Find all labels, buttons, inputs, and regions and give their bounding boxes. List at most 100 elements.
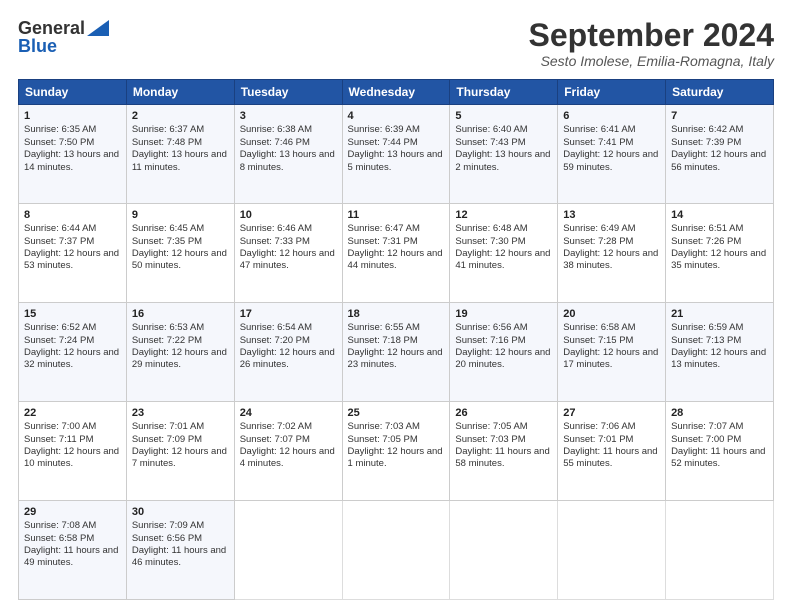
header: General Blue September 2024 Sesto Imoles… (18, 18, 774, 69)
day-info: Sunrise: 6:41 AM Sunset: 7:41 PM Dayligh… (563, 124, 658, 172)
col-thursday: Thursday (450, 80, 558, 105)
day-info: Sunrise: 6:47 AM Sunset: 7:31 PM Dayligh… (348, 223, 443, 271)
table-cell: 22Sunrise: 7:00 AM Sunset: 7:11 PM Dayli… (19, 402, 127, 501)
logo-blue: Blue (18, 36, 57, 57)
table-cell: 13Sunrise: 6:49 AM Sunset: 7:28 PM Dayli… (558, 204, 666, 303)
day-info: Sunrise: 6:55 AM Sunset: 7:18 PM Dayligh… (348, 322, 443, 370)
day-info: Sunrise: 6:51 AM Sunset: 7:26 PM Dayligh… (671, 223, 766, 271)
table-cell: 1Sunrise: 6:35 AM Sunset: 7:50 PM Daylig… (19, 105, 127, 204)
day-number: 18 (348, 307, 445, 321)
logo: General Blue (18, 18, 109, 57)
table-cell: 23Sunrise: 7:01 AM Sunset: 7:09 PM Dayli… (126, 402, 234, 501)
day-info: Sunrise: 7:02 AM Sunset: 7:07 PM Dayligh… (240, 421, 335, 469)
day-number: 21 (671, 307, 768, 321)
day-number: 9 (132, 208, 229, 222)
day-number: 29 (24, 505, 121, 519)
table-cell: 19Sunrise: 6:56 AM Sunset: 7:16 PM Dayli… (450, 303, 558, 402)
col-sunday: Sunday (19, 80, 127, 105)
day-number: 12 (455, 208, 552, 222)
col-friday: Friday (558, 80, 666, 105)
day-number: 2 (132, 109, 229, 123)
day-info: Sunrise: 6:44 AM Sunset: 7:37 PM Dayligh… (24, 223, 119, 271)
day-number: 10 (240, 208, 337, 222)
table-cell: 27Sunrise: 7:06 AM Sunset: 7:01 PM Dayli… (558, 402, 666, 501)
day-info: Sunrise: 6:39 AM Sunset: 7:44 PM Dayligh… (348, 124, 443, 172)
table-cell (342, 501, 450, 600)
day-info: Sunrise: 7:01 AM Sunset: 7:09 PM Dayligh… (132, 421, 227, 469)
day-info: Sunrise: 6:54 AM Sunset: 7:20 PM Dayligh… (240, 322, 335, 370)
table-cell (450, 501, 558, 600)
month-title: September 2024 (529, 18, 774, 53)
day-number: 7 (671, 109, 768, 123)
day-info: Sunrise: 7:05 AM Sunset: 7:03 PM Dayligh… (455, 421, 549, 469)
day-info: Sunrise: 6:35 AM Sunset: 7:50 PM Dayligh… (24, 124, 119, 172)
location: Sesto Imolese, Emilia-Romagna, Italy (529, 53, 774, 69)
day-info: Sunrise: 7:08 AM Sunset: 6:58 PM Dayligh… (24, 520, 118, 568)
col-monday: Monday (126, 80, 234, 105)
table-cell: 5Sunrise: 6:40 AM Sunset: 7:43 PM Daylig… (450, 105, 558, 204)
day-number: 26 (455, 406, 552, 420)
col-tuesday: Tuesday (234, 80, 342, 105)
day-number: 15 (24, 307, 121, 321)
table-cell (234, 501, 342, 600)
day-info: Sunrise: 6:37 AM Sunset: 7:48 PM Dayligh… (132, 124, 227, 172)
table-cell: 2Sunrise: 6:37 AM Sunset: 7:48 PM Daylig… (126, 105, 234, 204)
day-number: 17 (240, 307, 337, 321)
table-cell: 28Sunrise: 7:07 AM Sunset: 7:00 PM Dayli… (666, 402, 774, 501)
table-cell: 3Sunrise: 6:38 AM Sunset: 7:46 PM Daylig… (234, 105, 342, 204)
calendar: Sunday Monday Tuesday Wednesday Thursday… (18, 79, 774, 600)
day-number: 13 (563, 208, 660, 222)
day-number: 8 (24, 208, 121, 222)
table-cell: 29Sunrise: 7:08 AM Sunset: 6:58 PM Dayli… (19, 501, 127, 600)
day-number: 24 (240, 406, 337, 420)
day-number: 14 (671, 208, 768, 222)
day-number: 11 (348, 208, 445, 222)
day-info: Sunrise: 6:56 AM Sunset: 7:16 PM Dayligh… (455, 322, 550, 370)
table-cell: 16Sunrise: 6:53 AM Sunset: 7:22 PM Dayli… (126, 303, 234, 402)
day-number: 23 (132, 406, 229, 420)
table-cell: 21Sunrise: 6:59 AM Sunset: 7:13 PM Dayli… (666, 303, 774, 402)
day-info: Sunrise: 6:45 AM Sunset: 7:35 PM Dayligh… (132, 223, 227, 271)
header-row: Sunday Monday Tuesday Wednesday Thursday… (19, 80, 774, 105)
table-cell: 20Sunrise: 6:58 AM Sunset: 7:15 PM Dayli… (558, 303, 666, 402)
day-number: 6 (563, 109, 660, 123)
table-cell: 24Sunrise: 7:02 AM Sunset: 7:07 PM Dayli… (234, 402, 342, 501)
table-cell: 18Sunrise: 6:55 AM Sunset: 7:18 PM Dayli… (342, 303, 450, 402)
table-cell: 6Sunrise: 6:41 AM Sunset: 7:41 PM Daylig… (558, 105, 666, 204)
day-info: Sunrise: 6:53 AM Sunset: 7:22 PM Dayligh… (132, 322, 227, 370)
day-number: 25 (348, 406, 445, 420)
table-cell: 17Sunrise: 6:54 AM Sunset: 7:20 PM Dayli… (234, 303, 342, 402)
table-cell: 11Sunrise: 6:47 AM Sunset: 7:31 PM Dayli… (342, 204, 450, 303)
day-info: Sunrise: 6:46 AM Sunset: 7:33 PM Dayligh… (240, 223, 335, 271)
day-info: Sunrise: 6:58 AM Sunset: 7:15 PM Dayligh… (563, 322, 658, 370)
day-number: 5 (455, 109, 552, 123)
day-info: Sunrise: 7:07 AM Sunset: 7:00 PM Dayligh… (671, 421, 765, 469)
day-number: 16 (132, 307, 229, 321)
table-cell: 7Sunrise: 6:42 AM Sunset: 7:39 PM Daylig… (666, 105, 774, 204)
table-cell: 12Sunrise: 6:48 AM Sunset: 7:30 PM Dayli… (450, 204, 558, 303)
day-number: 1 (24, 109, 121, 123)
page: General Blue September 2024 Sesto Imoles… (0, 0, 792, 612)
title-section: September 2024 Sesto Imolese, Emilia-Rom… (529, 18, 774, 69)
col-wednesday: Wednesday (342, 80, 450, 105)
table-cell: 4Sunrise: 6:39 AM Sunset: 7:44 PM Daylig… (342, 105, 450, 204)
day-info: Sunrise: 6:59 AM Sunset: 7:13 PM Dayligh… (671, 322, 766, 370)
table-cell: 30Sunrise: 7:09 AM Sunset: 6:56 PM Dayli… (126, 501, 234, 600)
table-cell: 9Sunrise: 6:45 AM Sunset: 7:35 PM Daylig… (126, 204, 234, 303)
day-info: Sunrise: 6:40 AM Sunset: 7:43 PM Dayligh… (455, 124, 550, 172)
day-info: Sunrise: 7:09 AM Sunset: 6:56 PM Dayligh… (132, 520, 226, 568)
table-cell: 25Sunrise: 7:03 AM Sunset: 7:05 PM Dayli… (342, 402, 450, 501)
table-cell (558, 501, 666, 600)
day-number: 22 (24, 406, 121, 420)
logo-icon (87, 20, 109, 36)
day-info: Sunrise: 6:48 AM Sunset: 7:30 PM Dayligh… (455, 223, 550, 271)
calendar-table: Sunday Monday Tuesday Wednesday Thursday… (18, 79, 774, 600)
day-info: Sunrise: 7:00 AM Sunset: 7:11 PM Dayligh… (24, 421, 119, 469)
day-info: Sunrise: 7:06 AM Sunset: 7:01 PM Dayligh… (563, 421, 657, 469)
day-number: 4 (348, 109, 445, 123)
col-saturday: Saturday (666, 80, 774, 105)
day-number: 30 (132, 505, 229, 519)
day-info: Sunrise: 6:38 AM Sunset: 7:46 PM Dayligh… (240, 124, 335, 172)
day-number: 20 (563, 307, 660, 321)
table-cell: 15Sunrise: 6:52 AM Sunset: 7:24 PM Dayli… (19, 303, 127, 402)
